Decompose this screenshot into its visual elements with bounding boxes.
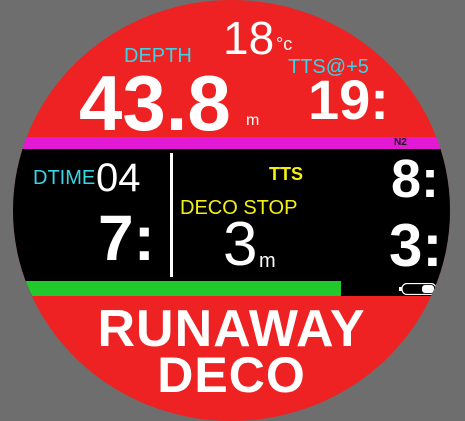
deco-stop-depth: 3 bbox=[223, 210, 258, 279]
alarm-line2: DECO bbox=[157, 347, 306, 403]
tts-value: 8: bbox=[391, 149, 440, 209]
temperature-unit: °c bbox=[276, 34, 293, 54]
n2-label: N2 bbox=[394, 137, 407, 148]
n2-bar bbox=[13, 137, 450, 149]
dtime-label: DTIME bbox=[33, 167, 96, 189]
deco-stop-time: 3: bbox=[389, 212, 443, 279]
deco-stop-unit: m bbox=[259, 250, 276, 272]
temperature-value: 18 bbox=[223, 12, 275, 64]
battery-icon bbox=[399, 283, 437, 295]
depth-unit: m bbox=[246, 112, 260, 129]
panel-divider bbox=[170, 153, 173, 277]
tissue-loading-bar bbox=[13, 281, 341, 296]
depth-value: 43.8 bbox=[79, 59, 231, 147]
tts-label: TTS bbox=[269, 164, 303, 184]
dtime-minutes-value: 7: bbox=[98, 202, 155, 274]
dtime-seconds-value: 04 bbox=[96, 156, 141, 200]
dive-computer-screen: 18 °c DEPTH 43.8 m TTS@+5 19: N2 DTIME 0… bbox=[13, 0, 450, 421]
tts-plus5-value: 19: bbox=[308, 68, 389, 131]
